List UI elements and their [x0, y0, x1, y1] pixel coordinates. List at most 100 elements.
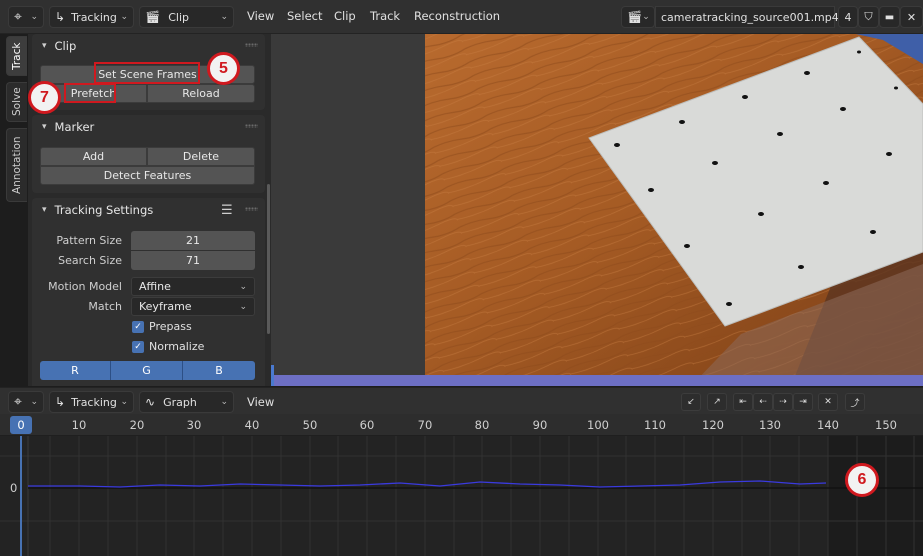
menu-view[interactable]: View [247, 9, 274, 23]
presets-list-icon[interactable]: ☰ [221, 203, 233, 218]
sidebar-scrollbar[interactable] [267, 184, 270, 334]
clip-browse-button[interactable]: 🎬︎ ⌄ [621, 6, 655, 28]
shield-icon: ⛉ [864, 10, 873, 23]
tab-solve[interactable]: Solve [6, 82, 27, 122]
menu-select[interactable]: Select [287, 9, 322, 23]
chevron-down-icon: ▾ [42, 205, 47, 215]
chevron-down-icon: ⌄ [30, 397, 38, 407]
drag-grip-icon[interactable] [245, 43, 258, 47]
frame-tick: 20 [129, 418, 145, 432]
chevron-down-icon: ⌄ [239, 301, 247, 312]
jump-start-icon[interactable]: ⇤ [733, 393, 753, 411]
clear-track-icon[interactable]: ✕ [818, 393, 838, 411]
frame-tick: 30 [186, 418, 202, 432]
panel-title: Clip [54, 39, 77, 53]
motion-model-select[interactable]: Affine ⌄ [131, 277, 255, 296]
motion-model-label: Motion Model [48, 280, 122, 293]
frame-ruler[interactable]: 0 10 20 30 40 50 60 70 80 90 100 110 120… [0, 414, 923, 436]
join-tracks-icon[interactable]: ⤴ [845, 393, 865, 411]
normalize-checkbox[interactable]: ✓ Normalize [132, 340, 204, 353]
menu-clip[interactable]: Clip [334, 9, 356, 23]
clip-viewer[interactable] [271, 34, 923, 386]
frame-tick: 50 [302, 418, 318, 432]
mode-label: Tracking [71, 10, 117, 24]
view-label: Clip [168, 10, 190, 24]
frame-tick: 100 [587, 418, 609, 432]
frame-tick: 120 [702, 418, 724, 432]
folder-icon: ▬ [884, 11, 895, 23]
editor-type-button[interactable]: ⌖ ⌄ [8, 391, 44, 413]
fake-user-button[interactable]: ⛉ [858, 6, 879, 28]
clear-path-after-icon[interactable]: ↗ [707, 393, 727, 411]
graph-header: ⌖ ⌄ ↳ Tracking ⌄ ∿ Graph ⌄ View ↙ ↗ ⇤ ⇠ ⇢… [0, 387, 923, 414]
checkmark-icon: ✓ [132, 340, 144, 353]
menu-reconstruction[interactable]: Reconstruction [414, 9, 500, 23]
current-frame-indicator[interactable]: 0 [10, 416, 32, 434]
close-icon: ✕ [906, 10, 917, 24]
tab-track[interactable]: Track [6, 36, 27, 76]
clip-panel-header[interactable]: ▾ Clip [42, 39, 76, 53]
search-size-field[interactable]: 71 [131, 251, 255, 270]
drag-grip-icon[interactable] [245, 207, 258, 211]
panel-title: Tracking Settings [54, 203, 154, 217]
annotation-5: 5 [207, 52, 240, 85]
unlink-clip-button[interactable]: ✕ [900, 6, 923, 28]
chevron-down-icon: ⌄ [220, 12, 228, 22]
frame-tick: 10 [71, 418, 87, 432]
detect-features-button[interactable]: Detect Features [40, 166, 255, 185]
users-count[interactable]: 4 [838, 6, 858, 28]
sidebar-tabs: Track Solve Annotation [6, 34, 28, 386]
editor-type-button[interactable]: ⌖ ⌄ [8, 6, 44, 28]
frame-tick: 130 [759, 418, 781, 432]
clip-name: cameratracking_source001.mp4 [661, 10, 839, 24]
frame-tick: 70 [417, 418, 433, 432]
chevron-down-icon: ⌄ [642, 12, 650, 22]
view-select[interactable]: 🎬︎ Clip ⌄ [139, 6, 234, 28]
open-clip-button[interactable]: ▬ [879, 6, 900, 28]
add-marker-button[interactable]: Add [40, 147, 147, 166]
tracking-settings-panel: ▾ Tracking Settings ☰ Pattern Size 21 Se… [32, 198, 265, 386]
match-label: Match [88, 300, 122, 313]
graph-icon: ∿ [145, 395, 156, 409]
motion-model-value: Affine [139, 280, 171, 293]
prepass-label: Prepass [149, 320, 192, 333]
channel-r-toggle[interactable]: R [40, 361, 111, 380]
clip-frame-image [271, 34, 923, 386]
clear-path-before-icon[interactable]: ↙ [681, 393, 701, 411]
jump-end-icon[interactable]: ⇥ [793, 393, 813, 411]
chevron-down-icon: ⌄ [220, 397, 228, 407]
tracking-settings-header[interactable]: ▾ Tracking Settings [42, 203, 153, 217]
frame-tick: 140 [817, 418, 839, 432]
drag-grip-icon[interactable] [245, 124, 258, 128]
annotation-7: 7 [28, 81, 61, 114]
menu-track[interactable]: Track [370, 9, 400, 23]
marker-panel-header[interactable]: ▾ Marker [42, 120, 94, 134]
track-forward-icon[interactable]: ⇢ [773, 393, 793, 411]
pattern-size-field[interactable]: 21 [131, 231, 255, 250]
delete-marker-button[interactable]: Delete [147, 147, 255, 166]
checkmark-icon: ✓ [132, 320, 144, 333]
track-backward-icon[interactable]: ⇠ [753, 393, 773, 411]
tab-annotation[interactable]: Annotation [6, 128, 27, 202]
y-axis-zero-label: 0 [10, 481, 18, 495]
mode-select[interactable]: ↳ Tracking ⌄ [49, 6, 134, 28]
prepass-checkbox[interactable]: ✓ Prepass [132, 320, 192, 333]
chevron-down-icon: ⌄ [239, 281, 247, 292]
annotation-6: 6 [845, 463, 879, 497]
mode-select[interactable]: ↳ Tracking ⌄ [49, 391, 134, 413]
menu-view[interactable]: View [247, 395, 274, 409]
match-select[interactable]: Keyframe ⌄ [131, 297, 255, 316]
tracking-graph[interactable]: 0 [0, 436, 923, 556]
frame-tick: 60 [359, 418, 375, 432]
clip-name-field[interactable]: cameratracking_source001.mp4 [655, 6, 839, 28]
channel-b-toggle[interactable]: B [183, 361, 255, 380]
frame-tick: 110 [644, 418, 666, 432]
chevron-down-icon: ▾ [42, 41, 47, 51]
channel-g-toggle[interactable]: G [111, 361, 183, 380]
highlight-prefetch [64, 83, 116, 103]
view-select[interactable]: ∿ Graph ⌄ [139, 391, 234, 413]
mode-label: Tracking [71, 395, 117, 409]
view-label: Graph [163, 395, 197, 409]
reload-button[interactable]: Reload [147, 84, 255, 103]
chevron-down-icon: ⌄ [120, 397, 128, 407]
